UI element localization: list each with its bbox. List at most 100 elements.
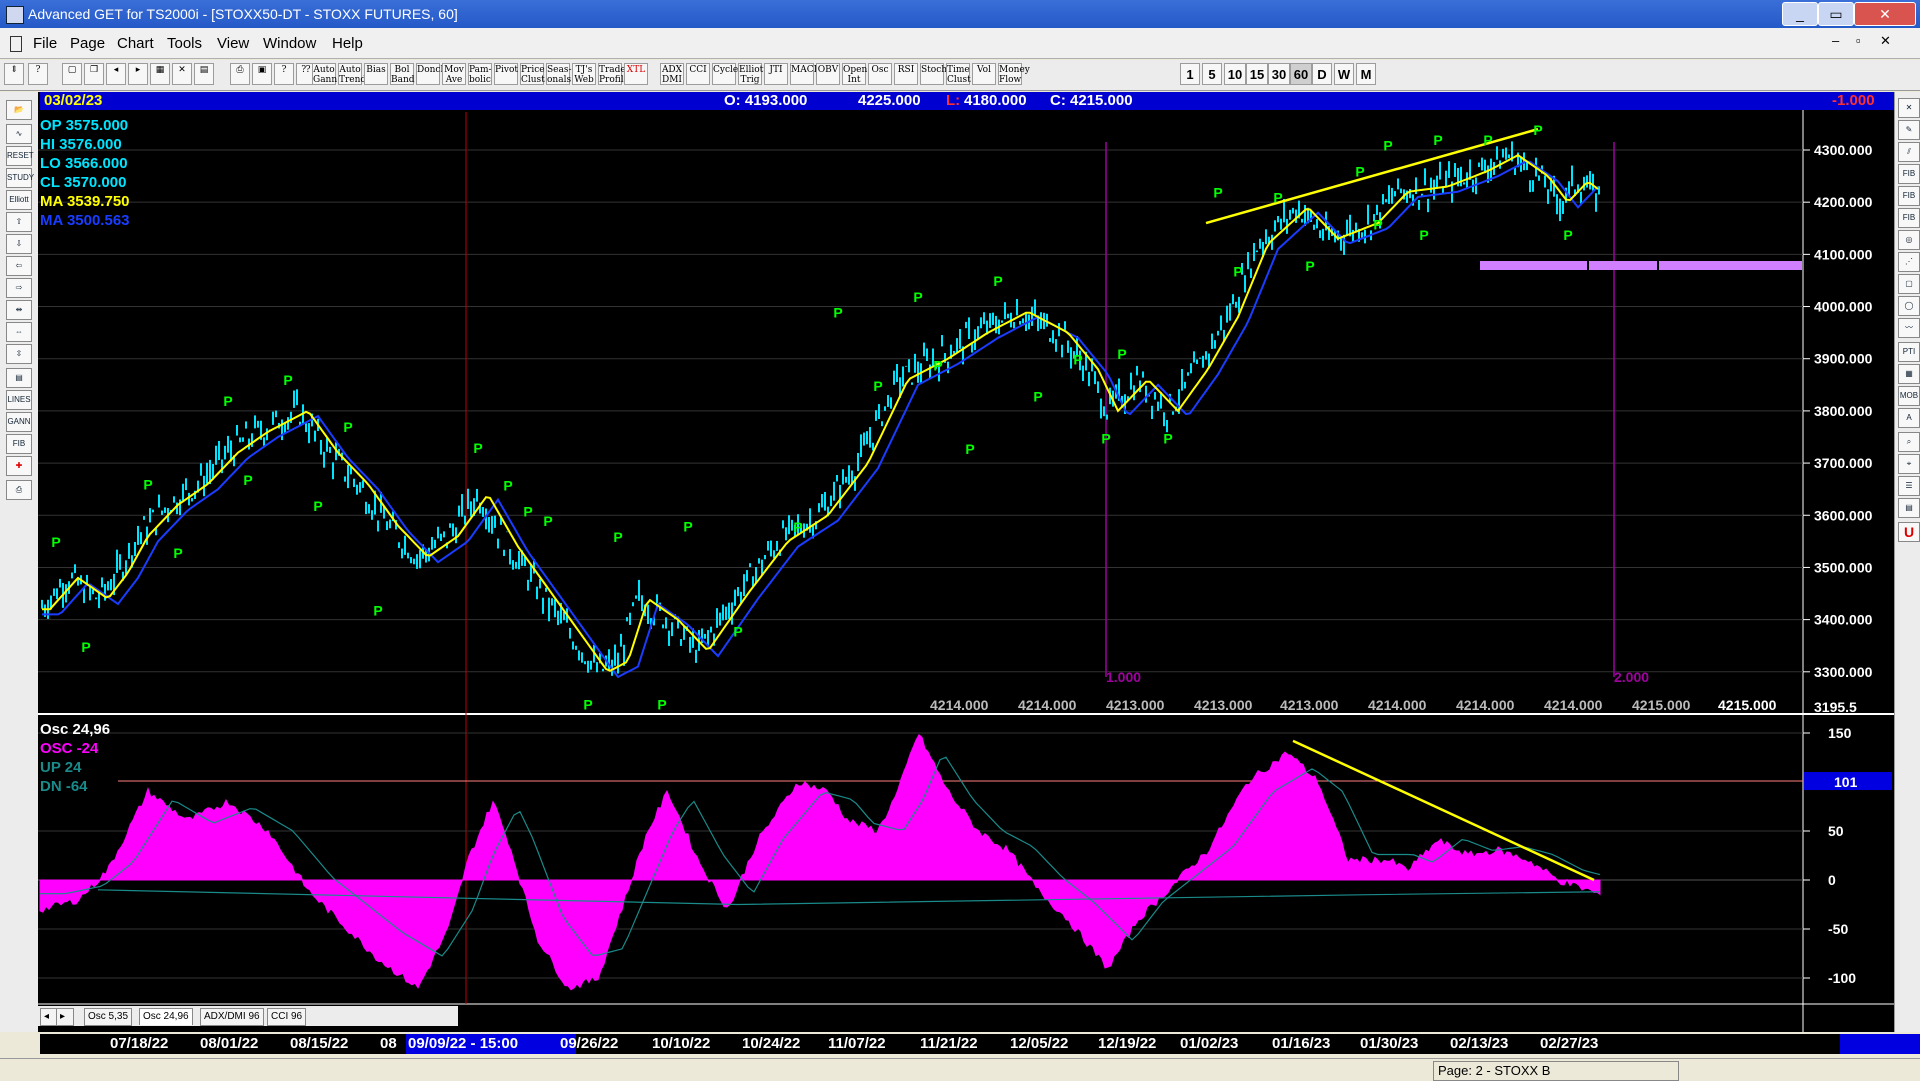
copy-icon[interactable]: ❐ <box>84 63 104 85</box>
period-button-m[interactable]: M <box>1356 63 1376 85</box>
text-tool-icon[interactable]: A <box>1898 408 1920 428</box>
arrow-left-icon[interactable]: ⇦ <box>6 256 32 276</box>
spiral-icon[interactable]: ◎ <box>1898 230 1920 250</box>
reset-icon[interactable]: RESET <box>6 146 34 166</box>
tab-scroll-right-icon[interactable]: ▸ <box>56 1008 74 1026</box>
study-button-tj-s-web[interactable]: TJ's Web <box>572 63 596 85</box>
menu-page[interactable]: Page <box>70 35 105 52</box>
study-button-osc[interactable]: Osc <box>868 63 892 85</box>
tag-icon[interactable]: ⌖ <box>1898 454 1920 474</box>
list-icon[interactable]: ☰ <box>1898 476 1920 496</box>
arrow-right-icon[interactable]: ⇨ <box>6 278 32 298</box>
study-button-pam-bolic[interactable]: Pam-bolic <box>468 63 492 85</box>
period-button-d[interactable]: D <box>1312 63 1332 85</box>
arrow-up-icon[interactable]: ⇧ <box>6 212 32 232</box>
zigzag-icon[interactable]: ∿ <box>6 124 32 144</box>
study-button-bias[interactable]: Bias <box>364 63 388 85</box>
minimize-button[interactable]: _ <box>1782 2 1818 26</box>
fan-icon[interactable]: ⋰ <box>1898 252 1920 272</box>
menu-view[interactable]: View <box>217 35 249 52</box>
study-button-macd[interactable]: MACD <box>790 63 821 85</box>
help-icon[interactable]: ? <box>274 63 294 85</box>
period-button-5[interactable]: 5 <box>1202 63 1222 85</box>
mdi-close-icon[interactable]: ✕ <box>1880 33 1891 49</box>
study-button-rsi[interactable]: RSI <box>894 63 918 85</box>
crosshair-icon[interactable]: ✚ <box>6 456 32 476</box>
study-button-vol[interactable]: Vol <box>972 63 996 85</box>
study-button-mov-ave[interactable]: Mov Ave <box>442 63 466 85</box>
mdi-restore-icon[interactable]: ▫ <box>1856 33 1861 48</box>
study-icon[interactable]: STUDY <box>6 168 34 188</box>
print-icon[interactable]: ⎙ <box>230 63 250 85</box>
study-button-time-clust[interactable]: Time Clust <box>946 63 971 85</box>
study-button-obv[interactable]: OBV <box>816 63 840 85</box>
fib-icon[interactable]: FIB <box>6 434 32 454</box>
study-button-auto-trend[interactable]: Auto Trend <box>338 63 366 85</box>
mdi-minimize-icon[interactable]: – <box>1832 33 1839 48</box>
cursor-icon[interactable]: ⇕ <box>4 63 24 85</box>
expand-icon[interactable]: ⇔ <box>6 322 32 342</box>
tab-osc-24-96[interactable]: Osc 24,96 <box>139 1008 193 1025</box>
menu-tools[interactable]: Tools <box>167 35 202 52</box>
window-icon[interactable]: ▤ <box>6 368 32 388</box>
delete-icon[interactable]: ✕ <box>172 63 192 85</box>
study-button-adx-dmi[interactable]: ADX DMI <box>660 63 684 85</box>
grid-tool-icon[interactable]: ▦ <box>1898 364 1920 384</box>
zoom-icon[interactable]: ⌕ <box>1898 432 1920 452</box>
arrow-down-icon[interactable]: ⇩ <box>6 234 32 254</box>
study-button-bol-band[interactable]: Bol Band <box>390 63 415 85</box>
properties-icon[interactable]: ▣ <box>252 63 272 85</box>
open-folder-icon[interactable]: 📂 <box>6 100 32 120</box>
menu-help[interactable]: Help <box>332 35 363 52</box>
help-pointer-icon[interactable]: ? <box>28 63 48 85</box>
period-button-1[interactable]: 1 <box>1180 63 1200 85</box>
study-button-stoch[interactable]: Stoch <box>920 63 947 85</box>
study-button-seas-onals[interactable]: Seas-onals <box>546 63 572 85</box>
period-button-60[interactable]: 60 <box>1290 63 1312 85</box>
fib-ret-icon[interactable]: FIB <box>1898 164 1920 184</box>
close-draw-icon[interactable]: ✕ <box>1898 98 1920 118</box>
pti-icon[interactable]: PTI <box>1898 342 1920 362</box>
fib-ext-icon[interactable]: FIB <box>1898 186 1920 206</box>
chart-area[interactable]: 4300.000 4200.000 4100.000 4000.000 3900.000… <box>38 92 1894 1032</box>
pencil-icon[interactable]: ✎ <box>1898 120 1920 140</box>
study-button-price-clust[interactable]: Price Clust <box>520 63 545 85</box>
study-button-pivot[interactable]: Pivot <box>494 63 518 85</box>
nav-forward-icon[interactable]: ▸ <box>128 63 148 85</box>
study-button-auto-gann[interactable]: Auto Gann <box>312 63 337 85</box>
tab-osc-5-35[interactable]: Osc 5,35 <box>84 1008 133 1026</box>
box-icon[interactable]: ▢ <box>1898 274 1920 294</box>
magnet-icon[interactable]: U <box>1898 522 1920 542</box>
close-button[interactable]: ✕ <box>1854 2 1916 26</box>
lines-icon[interactable]: LINES <box>6 390 32 410</box>
maximize-button[interactable]: ▭ <box>1818 2 1854 26</box>
menu-window[interactable]: Window <box>263 35 316 52</box>
study-button-xtl[interactable]: XTL <box>624 63 648 85</box>
fib-time-icon[interactable]: FIB <box>1898 208 1920 228</box>
study-button-jti[interactable]: JTI <box>764 63 788 85</box>
gann-icon[interactable]: GANN <box>6 412 32 432</box>
table-icon[interactable]: ▤ <box>1898 498 1920 518</box>
compress-icon[interactable]: ⇹ <box>6 300 32 320</box>
period-button-w[interactable]: W <box>1334 63 1354 85</box>
channel-icon[interactable]: ⫽ <box>1898 142 1920 162</box>
new-page-icon[interactable]: ▢ <box>62 63 82 85</box>
study-button-cci[interactable]: CCI <box>686 63 710 85</box>
tab-adx-dmi[interactable]: ADX/DMI 96 <box>200 1008 264 1026</box>
tile-icon[interactable]: ▦ <box>150 63 170 85</box>
period-button-30[interactable]: 30 <box>1268 63 1290 85</box>
study-button-elliott-trig[interactable]: Elliott Trig <box>738 63 767 85</box>
wave-icon[interactable]: 〰 <box>1898 318 1920 338</box>
tab-cci[interactable]: CCI 96 <box>267 1008 307 1026</box>
period-button-15[interactable]: 15 <box>1246 63 1268 85</box>
chart-canvas[interactable]: 4300.000 4200.000 4100.000 4000.000 3900.000… <box>38 92 1894 1032</box>
period-button-10[interactable]: 10 <box>1224 63 1246 85</box>
study-button-money-flow[interactable]: Money Flow <box>998 63 1030 85</box>
nav-back-icon[interactable]: ◂ <box>106 63 126 85</box>
print-small-icon[interactable]: ⎙ <box>6 480 32 500</box>
study-button-trade-profile[interactable]: Trade Profile <box>598 63 629 85</box>
study-button-cycles[interactable]: Cycles <box>712 63 743 85</box>
menu-file[interactable]: File <box>33 35 57 52</box>
grid-icon[interactable]: ▤ <box>194 63 214 85</box>
menu-chart[interactable]: Chart <box>117 35 154 52</box>
